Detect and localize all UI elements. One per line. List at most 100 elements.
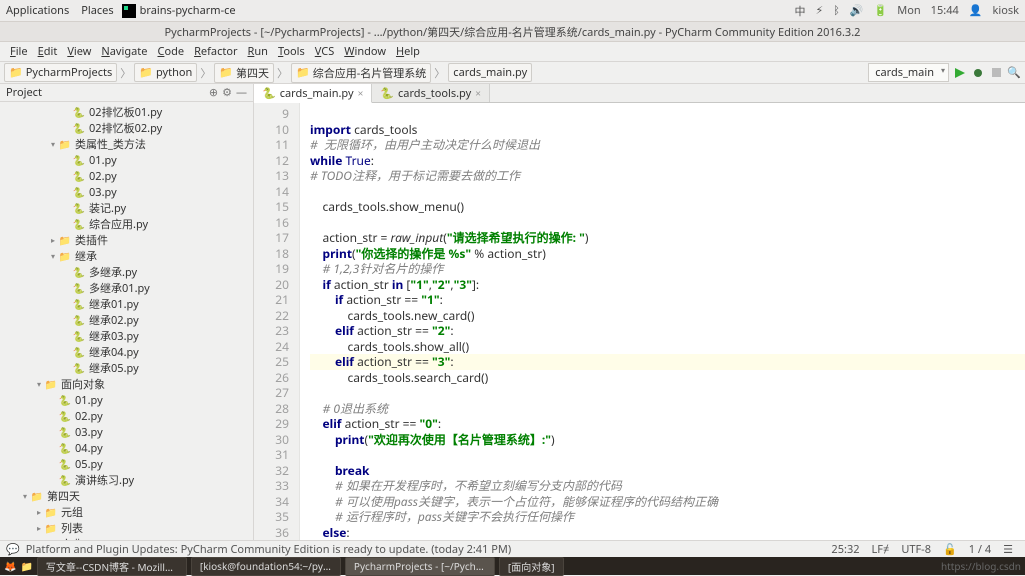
breadcrumb-item[interactable]: 📁第四天	[214, 63, 274, 83]
code-line[interactable]: cards_tools.show_all()	[310, 339, 1025, 355]
status-linesep[interactable]: LF≠	[866, 542, 896, 557]
tree-file[interactable]: 03.py	[0, 424, 253, 440]
tree-file[interactable]: 继承03.py	[0, 328, 253, 344]
system-menu-places[interactable]: Places	[81, 3, 113, 18]
close-tab-icon[interactable]: ×	[475, 86, 481, 100]
tree-file[interactable]: 02.py	[0, 168, 253, 184]
code-line[interactable]	[310, 184, 1025, 200]
tree-file[interactable]: 02.py	[0, 408, 253, 424]
code-line[interactable]: print("你选择的操作是 %s" % action_str)	[310, 246, 1025, 262]
run-button[interactable]	[953, 66, 967, 80]
tree-folder[interactable]: ▾类属性_类方法	[0, 136, 253, 152]
breadcrumb-item[interactable]: 📁python	[134, 63, 197, 82]
tree-file[interactable]: 演讲练习.py	[0, 472, 253, 488]
menu-edit[interactable]: Edit	[34, 42, 62, 61]
tree-file[interactable]: 继承05.py	[0, 360, 253, 376]
menu-run[interactable]: Run	[244, 42, 272, 61]
menu-vcs[interactable]: VCS	[311, 42, 339, 61]
close-tab-icon[interactable]: ×	[358, 86, 364, 100]
tree-file[interactable]: 继承01.py	[0, 296, 253, 312]
stop-button[interactable]	[989, 66, 1003, 80]
debug-button[interactable]	[971, 66, 985, 80]
code-line[interactable]: action_str = raw_input("请选择希望执行的操作: ")	[310, 230, 1025, 246]
taskbar-launch-files[interactable]: 📁	[20, 559, 32, 573]
tree-folder[interactable]: ▸字典	[0, 536, 253, 540]
menu-navigate[interactable]: Navigate	[97, 42, 151, 61]
search-everywhere-icon[interactable]: 🔍	[1007, 66, 1021, 80]
code-line[interactable]: cards_tools.search_card()	[310, 370, 1025, 386]
menu-file[interactable]: File	[6, 42, 32, 61]
project-tree[interactable]: 02排忆板01.py02排忆板02.py▾类属性_类方法01.py02.py03…	[0, 102, 253, 540]
tree-file[interactable]: 03.py	[0, 184, 253, 200]
status-caret-position[interactable]: 25:32	[825, 542, 865, 557]
tree-folder[interactable]: ▾继承	[0, 248, 253, 264]
code-line[interactable]: import cards_tools	[310, 122, 1025, 138]
user-label[interactable]: kiosk	[992, 3, 1019, 18]
code-line[interactable]: elif action_str == "2":	[310, 323, 1025, 339]
code-line[interactable]: while True:	[310, 153, 1025, 169]
tree-file[interactable]: 多继承01.py	[0, 280, 253, 296]
status-notification-icon[interactable]: 💬	[6, 542, 20, 557]
system-menu-applications[interactable]: Applications	[6, 3, 69, 18]
taskbar-window-button[interactable]: [面向对象]	[499, 557, 564, 576]
code-line[interactable]: break	[310, 463, 1025, 479]
code-line[interactable]: # 运行程序时，pass关键字不会执行任何操作	[310, 509, 1025, 525]
code-line[interactable]: cards_tools.show_menu()	[310, 199, 1025, 215]
code-line[interactable]: # 可以使用pass关键字，表示一个占位符，能够保证程序的代码结构正确	[310, 494, 1025, 510]
tree-file[interactable]: 继承02.py	[0, 312, 253, 328]
tree-folder[interactable]: ▸列表	[0, 520, 253, 536]
code-line[interactable]: # 无限循环，由用户主动决定什么时候退出	[310, 137, 1025, 153]
code-line[interactable]: elif action_str == "3":	[310, 354, 1025, 370]
code-line[interactable]: elif action_str == "0":	[310, 416, 1025, 432]
project-settings-icon[interactable]: ⚙	[222, 85, 232, 100]
menu-help[interactable]: Help	[392, 42, 424, 61]
code-line[interactable]: if action_str in ["1","2","3"]:	[310, 277, 1025, 293]
status-ide-icon[interactable]: ☰	[997, 542, 1019, 557]
tree-file[interactable]: 02排忆板02.py	[0, 120, 253, 136]
tree-file[interactable]: 01.py	[0, 152, 253, 168]
code-line[interactable]: # 0退出系统	[310, 401, 1025, 417]
tree-file[interactable]: 05.py	[0, 456, 253, 472]
breadcrumb-item[interactable]: 📁综合应用-名片管理系统	[291, 63, 431, 83]
editor-content[interactable]: import cards_tools# 无限循环，由用户主动决定什么时候退出wh…	[300, 103, 1025, 540]
tree-file[interactable]: 04.py	[0, 440, 253, 456]
menu-code[interactable]: Code	[153, 42, 188, 61]
code-line[interactable]: # 1,2,3针对名片的操作	[310, 261, 1025, 277]
taskbar-launch-firefox[interactable]: 🦊	[4, 559, 16, 573]
code-line[interactable]	[310, 385, 1025, 401]
tree-file[interactable]: 综合应用.py	[0, 216, 253, 232]
code-line[interactable]: cards_tools.new_card()	[310, 308, 1025, 324]
code-line[interactable]	[310, 447, 1025, 463]
tree-file[interactable]: 02排忆板01.py	[0, 104, 253, 120]
menu-refactor[interactable]: Refactor	[190, 42, 241, 61]
code-line[interactable]: # 如果在开发程序时，不希望立刻编写分支内部的代码	[310, 478, 1025, 494]
tree-file[interactable]: 装记.py	[0, 200, 253, 216]
code-line[interactable]: # TODO注释，用于标记需要去做的工作	[310, 168, 1025, 184]
status-message[interactable]: Platform and Plugin Updates: PyCharm Com…	[20, 542, 517, 557]
tree-folder[interactable]: ▸元组	[0, 504, 253, 520]
run-config-selector[interactable]: cards_main	[868, 63, 949, 82]
tree-folder[interactable]: ▸类插件	[0, 232, 253, 248]
tree-folder[interactable]: ▾第四天	[0, 488, 253, 504]
breadcrumb-item[interactable]: cards_main.py	[448, 63, 532, 82]
status-lock-icon[interactable]: 🔓	[937, 542, 963, 557]
menu-window[interactable]: Window	[340, 42, 390, 61]
taskbar-window-button[interactable]: 写文章--CSDN博客 - Mozilla Firef...	[37, 557, 187, 576]
menu-view[interactable]: View	[63, 42, 95, 61]
code-line[interactable]: print("欢迎再次使用【名片管理系统】:")	[310, 432, 1025, 448]
code-line[interactable]	[310, 106, 1025, 122]
breadcrumb-item[interactable]: 📁PycharmProjects	[4, 63, 117, 82]
taskbar-window-button[interactable]: [kiosk@foundation54:~/python...	[191, 557, 341, 576]
tree-file[interactable]: 继承04.py	[0, 344, 253, 360]
code-line[interactable]: if action_str == "1":	[310, 292, 1025, 308]
tree-file[interactable]: 多继承.py	[0, 264, 253, 280]
taskbar-app-pycharm[interactable]: brains-pycharm-ce	[122, 3, 236, 18]
tree-folder[interactable]: ▾面向对象	[0, 376, 253, 392]
code-line[interactable]: else:	[310, 525, 1025, 541]
project-scope-icon[interactable]: ⊕	[209, 85, 218, 100]
hide-tool-icon[interactable]: —	[236, 85, 247, 100]
editor-tab[interactable]: 🐍cards_main.py×	[254, 84, 372, 103]
status-encoding[interactable]: UTF-8	[895, 542, 937, 557]
code-line[interactable]	[310, 215, 1025, 231]
tree-file[interactable]: 01.py	[0, 392, 253, 408]
